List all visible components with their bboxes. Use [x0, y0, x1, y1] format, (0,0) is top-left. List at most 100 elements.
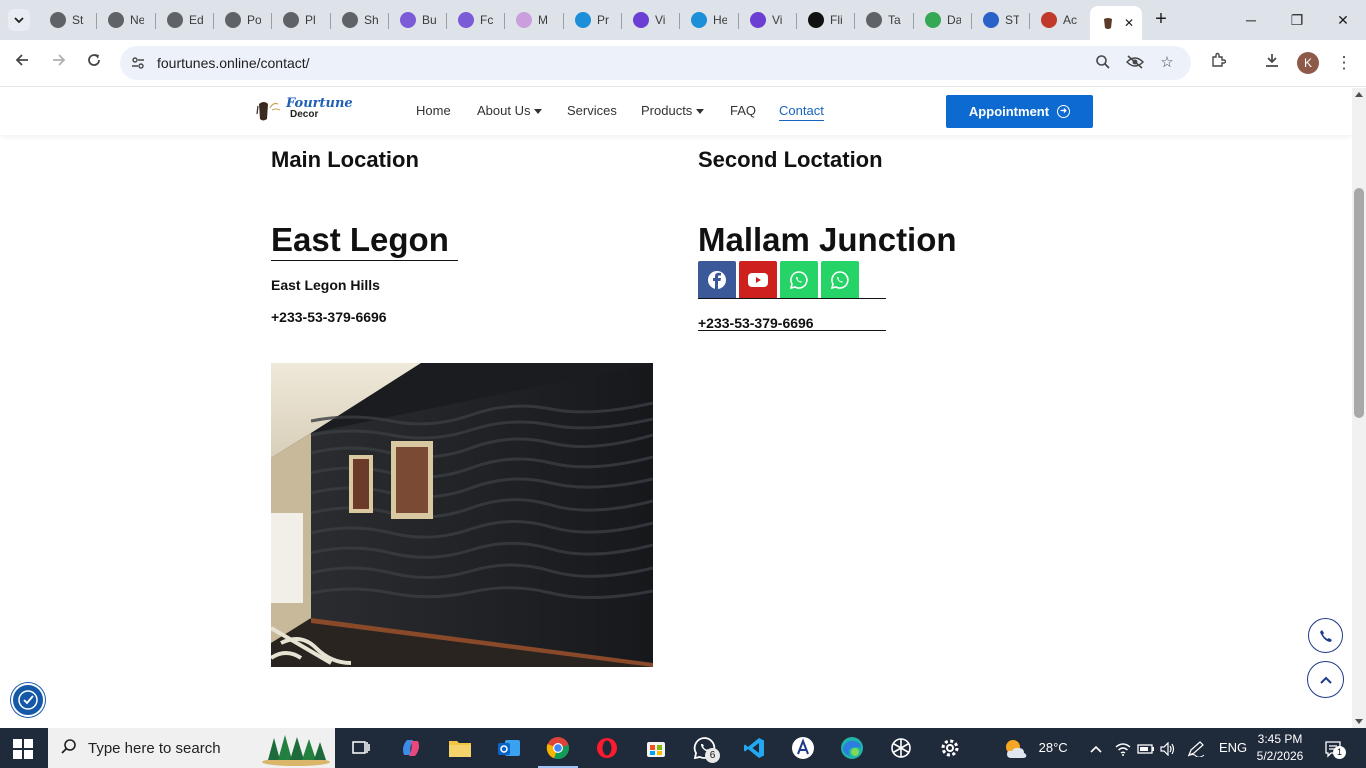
new-tab-button[interactable]: +	[1150, 9, 1172, 31]
main-location-place: East Legon	[271, 221, 449, 258]
nav-faq[interactable]: FAQ	[730, 103, 756, 118]
appointment-button[interactable]: Appointment ➜	[946, 95, 1093, 128]
scroll-up-arrow-icon[interactable]	[1355, 92, 1363, 97]
language-indicator[interactable]: ENG	[1219, 728, 1247, 768]
kebab-menu-icon[interactable]: ⋮	[1333, 52, 1355, 74]
nav-about-us[interactable]: About Us	[477, 103, 543, 118]
windows-start-icon[interactable]	[13, 739, 33, 759]
caret-down-icon	[696, 109, 705, 115]
tab-active-fourtune[interactable]: ✕	[1090, 6, 1142, 40]
heart-shield-icon	[633, 12, 649, 28]
browser-tab[interactable]: Vi	[623, 6, 679, 34]
browser-tab[interactable]: Po	[215, 6, 271, 34]
browser-tab[interactable]: Ed	[157, 6, 213, 34]
copilot-app-icon[interactable]	[397, 734, 425, 762]
taskbar-search[interactable]: Type here to search	[48, 728, 335, 768]
download-icon[interactable]	[1261, 52, 1283, 74]
arrow-right-circle-icon: ➜	[1057, 105, 1071, 118]
browser-toolbar: fourtunes.online/contact/ ☆ K ⋮	[0, 40, 1366, 87]
eye-off-icon[interactable]	[1125, 54, 1145, 72]
wifi-icon[interactable]	[1115, 728, 1131, 768]
browser-tab[interactable]: M	[506, 6, 562, 34]
browser-tab[interactable]: Fc	[448, 6, 504, 34]
weather-widget[interactable]: 28°C	[1003, 728, 1068, 768]
whatsapp-desktop-icon[interactable]: 6	[691, 734, 720, 763]
nav-services[interactable]: Services	[567, 103, 617, 118]
scroll-down-arrow-icon[interactable]	[1355, 719, 1363, 724]
meta-icon	[516, 12, 532, 28]
nav-home[interactable]: Home	[416, 103, 451, 118]
tray-chevron-up-icon[interactable]	[1089, 728, 1103, 768]
triangle-icon	[808, 12, 824, 28]
browser-tab[interactable]: Ne	[98, 6, 154, 34]
close-window-button[interactable]: ✕	[1320, 8, 1366, 32]
browser-tab[interactable]: Da	[915, 6, 971, 34]
notification-center-icon[interactable]: 1	[1324, 728, 1346, 768]
site-logo[interactable]: Fourtune Decor	[256, 96, 353, 124]
clock[interactable]: 3:45 PM 5/2/2026	[1255, 731, 1305, 765]
browser-tab[interactable]: Pr	[565, 6, 621, 34]
browser-tab[interactable]: Ac	[1031, 6, 1087, 34]
bookmark-star-icon[interactable]: ☆	[1158, 54, 1176, 72]
youtube-button[interactable]	[739, 261, 777, 299]
reload-button[interactable]	[83, 52, 105, 74]
minimize-button[interactable]: ─	[1228, 8, 1274, 32]
battery-icon[interactable]	[1137, 728, 1155, 768]
outlook-icon[interactable]	[495, 734, 523, 762]
facebook-button[interactable]	[698, 261, 736, 299]
browser-tab[interactable]: Vi	[740, 6, 796, 34]
url-text[interactable]: fourtunes.online/contact/	[157, 55, 310, 71]
globe-icon	[342, 12, 358, 28]
opera-icon[interactable]	[593, 734, 621, 762]
browser-tab[interactable]: St	[40, 6, 96, 34]
tab-title: M	[538, 13, 548, 27]
store-icon[interactable]	[642, 734, 670, 762]
browser-tab[interactable]: ST	[973, 6, 1029, 34]
chatgpt-icon[interactable]	[887, 734, 915, 762]
browser-tab[interactable]: He	[681, 6, 737, 34]
file-explorer-icon[interactable]	[446, 734, 474, 762]
whatsapp-button[interactable]	[821, 261, 859, 299]
volume-icon[interactable]	[1160, 728, 1176, 768]
settings-gear-icon[interactable]	[936, 734, 964, 762]
scroll-top-button[interactable]	[1307, 661, 1344, 698]
forward-button[interactable]	[48, 52, 70, 74]
tab-title: Fc	[480, 13, 494, 27]
tab-separator	[330, 13, 331, 29]
browser-tab[interactable]: Bu	[390, 6, 446, 34]
tab-separator	[271, 13, 272, 29]
wall-panel-photo	[271, 363, 653, 667]
accessibility-button[interactable]	[11, 683, 45, 717]
whatsapp-button[interactable]	[780, 261, 818, 299]
browser-tab[interactable]: Sh	[332, 6, 388, 34]
task-view-icon[interactable]	[347, 734, 375, 762]
main-location-phone[interactable]: +233-53-379-6696	[271, 309, 387, 325]
address-bar[interactable]: fourtunes.online/contact/ ☆	[120, 46, 1191, 80]
nav-products[interactable]: Products	[641, 103, 705, 118]
extensions-icon[interactable]	[1207, 52, 1229, 74]
edge-icon[interactable]	[838, 734, 866, 762]
second-location-place: Mallam Junction	[698, 221, 957, 258]
profile-avatar[interactable]: K	[1297, 52, 1319, 74]
call-float-button[interactable]	[1308, 618, 1343, 653]
tab-search-chevron-icon[interactable]	[8, 9, 30, 31]
app-a-icon[interactable]	[789, 734, 817, 762]
browser-tab[interactable]: Fli	[798, 6, 854, 34]
back-button[interactable]	[11, 52, 33, 74]
second-location-phone[interactable]: +233-53-379-6696	[698, 315, 814, 331]
vscode-icon[interactable]	[740, 734, 768, 762]
scrollbar-thumb[interactable]	[1354, 188, 1364, 418]
stack-icon	[983, 12, 999, 28]
page-scrollbar[interactable]	[1352, 88, 1366, 728]
tab-title: Da	[947, 13, 961, 27]
browser-tab[interactable]: Ta	[856, 6, 912, 34]
close-tab-icon[interactable]: ✕	[1124, 16, 1134, 30]
browser-tab[interactable]: Pl	[273, 6, 329, 34]
nav-contact[interactable]: Contact	[779, 103, 824, 121]
restore-button[interactable]: ❐	[1274, 8, 1320, 32]
zoom-icon[interactable]	[1094, 54, 1112, 72]
chrome-taskbar-icon[interactable]	[538, 734, 578, 768]
heart-shield-icon	[750, 12, 766, 28]
pen-icon[interactable]	[1187, 728, 1205, 768]
site-info-icon[interactable]	[130, 55, 146, 71]
